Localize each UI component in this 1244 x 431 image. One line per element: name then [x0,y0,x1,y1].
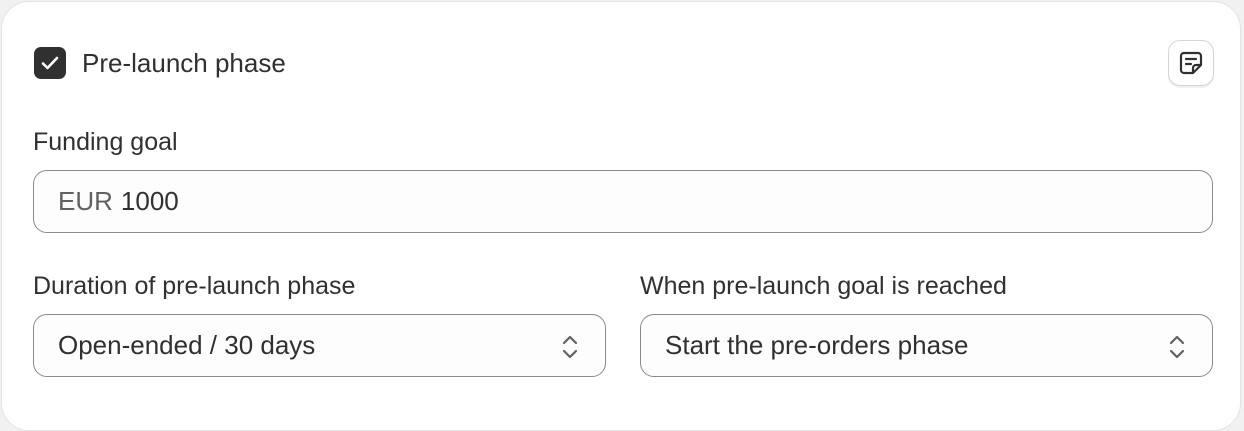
prelaunch-settings-card: Pre-launch phase Funding goal EUR 1000 D… [1,1,1241,431]
note-button[interactable] [1168,40,1214,86]
select-chevron-icon [562,335,578,359]
duration-selected-value: Open-ended / 30 days [58,330,316,360]
prelaunch-header-row: Pre-launch phase [34,40,1214,86]
duration-select[interactable]: Open-ended / 30 days [33,314,606,377]
funding-goal-value: 1000 [120,186,179,216]
checkmark-icon [41,56,59,70]
select-chevron-icon [1169,335,1185,359]
goal-reached-selected-value: Start the pre-orders phase [665,330,969,360]
prelaunch-checkbox[interactable] [34,47,66,79]
funding-goal-input[interactable]: EUR 1000 [33,170,1213,233]
goal-reached-select[interactable]: Start the pre-orders phase [640,314,1213,377]
goal-reached-label: When pre-launch goal is reached [640,272,1007,300]
duration-label: Duration of pre-launch phase [33,272,356,300]
funding-goal-label: Funding goal [33,128,178,156]
currency-prefix: EUR [58,186,113,216]
prelaunch-title: Pre-launch phase [82,48,286,78]
note-icon [1179,51,1203,75]
